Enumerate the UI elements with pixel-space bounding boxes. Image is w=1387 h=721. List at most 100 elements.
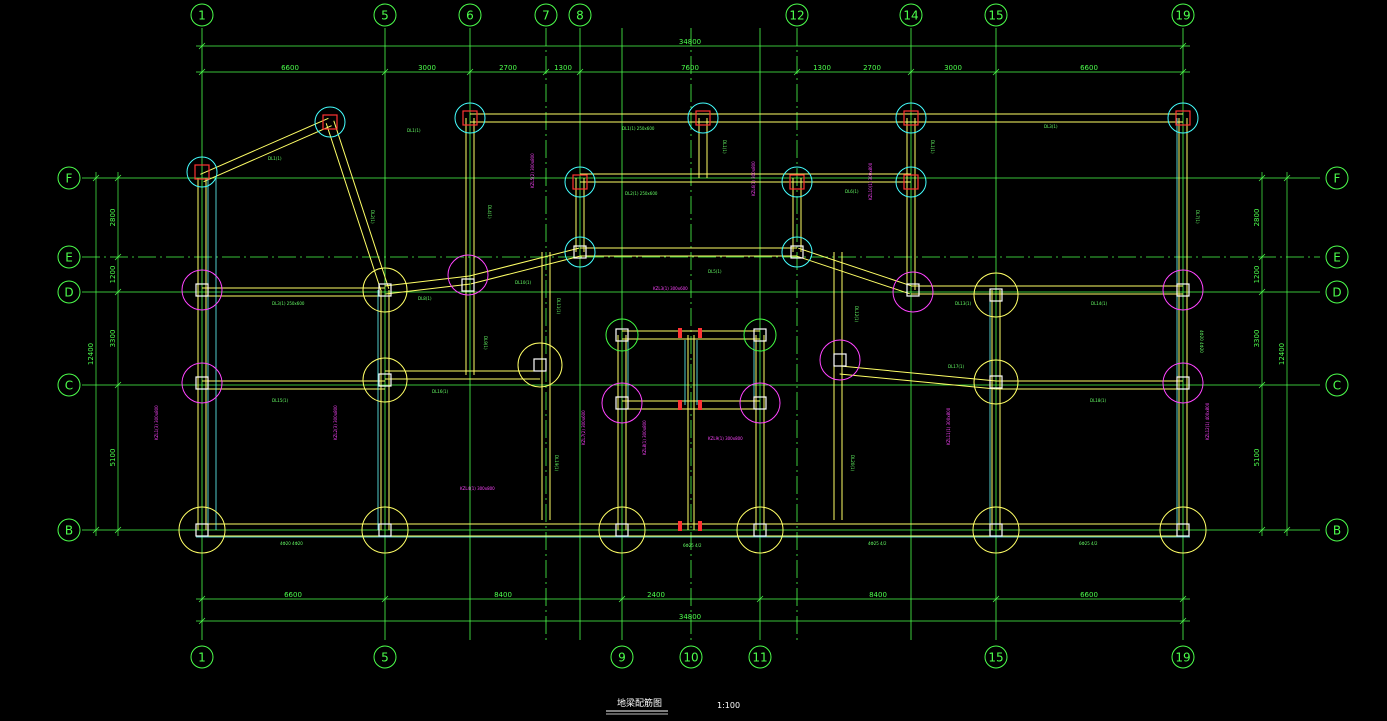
beam-label-dl1-d: DL1(1) — [722, 140, 727, 154]
kzl-note-9: KZL9(1) 300x800 — [708, 436, 743, 441]
kzl-note-2: KZL2(3) 300x800 — [333, 405, 338, 440]
beam-label-dl13: DL13(1) — [955, 301, 972, 306]
beam-label-dl8: DL8(1) — [418, 296, 432, 301]
bottom-axis-bubble-11-label: 11 — [752, 651, 767, 665]
bottom-total-dim-text: 34800 — [679, 613, 701, 621]
kzl-note-3: KZL3(1) 300x600 — [653, 286, 688, 291]
top-seg-dim-text-0: 6600 — [281, 64, 299, 72]
beam-label-dl12: DL12(1) — [854, 306, 859, 323]
right-seg-dim-text-1: 1200 — [1253, 266, 1261, 284]
top-axis-bubble-7-label: 7 — [542, 9, 550, 23]
beam-label-dl6: DL6(1) — [845, 189, 859, 194]
beam-label-dl15: DL15(1) — [272, 398, 289, 403]
top-seg-dim-text-8: 6600 — [1080, 64, 1098, 72]
top-seg-dim-text-6: 2700 — [863, 64, 881, 72]
right-seg-dim-text-0: 2800 — [1253, 209, 1261, 227]
core-red-mark-4 — [678, 521, 682, 531]
bottom-axis-bubble-5-label: 5 — [381, 651, 389, 665]
beam-label-dl1-b: DL1(1) — [407, 128, 421, 133]
left-axis-bubble-E-label: E — [65, 251, 73, 265]
top-seg-dim-text-2: 2700 — [499, 64, 517, 72]
bottom-seg-dim-text-0: 6600 — [284, 591, 302, 599]
top-axis-bubble-8-label: 8 — [576, 9, 584, 23]
left-axis-bubble-D-label: D — [64, 286, 73, 300]
top-seg-dim-text-7: 3000 — [944, 64, 962, 72]
beam-label-dl10: DL10(1) — [515, 280, 532, 285]
bottom-axis-bubble-10-label: 10 — [683, 651, 698, 665]
beam-label-dl16: DL16(1) — [432, 389, 449, 394]
kzl-note-4: KZL4(1) 300x800 — [460, 486, 495, 491]
left-seg-dim-text-0: 2800 — [109, 209, 117, 227]
beam-label-dl18: DL18(1) — [1090, 398, 1107, 403]
top-axis-bubble-14-label: 14 — [903, 9, 918, 23]
kzl-note-1: KZL1(3) 300x800 — [154, 405, 159, 440]
bottom-seg-dim-text-1: 8400 — [494, 591, 512, 599]
right-total-dim-text: 12400 — [1278, 343, 1286, 365]
bottom-axis-bubble-1-label: 1 — [198, 651, 206, 665]
top-seg-dim-text-1: 3000 — [418, 64, 436, 72]
core-red-mark-1 — [698, 328, 702, 338]
core-red-mark-2 — [678, 400, 682, 410]
top-seg-dim-text-4: 7600 — [681, 64, 699, 72]
drawing-title: 地梁配筋图 — [617, 697, 662, 709]
top-axis-bubble-12-label: 12 — [789, 9, 804, 23]
right-seg-dim-text-2: 3300 — [1253, 330, 1261, 348]
cad-drawing-canvas[interactable]: 1 5 6 7 8 12 14 15 191 5 9 10 11 15 19F FE ED DC CB B 34800… — [0, 0, 1387, 721]
right-seg-dim-text-3: 5100 — [1253, 449, 1261, 467]
left-seg-dim-text-2: 3300 — [109, 330, 117, 348]
left-seg-dim-text-1: 1200 — [109, 266, 117, 284]
right-axis-bubble-B-label: B — [1333, 524, 1341, 538]
kzl-note-10: KZL10(1) 300x800 — [868, 162, 873, 200]
right-axis-bubble-F-label: F — [1334, 172, 1341, 186]
right-axis-bubble-E-label: E — [1333, 251, 1341, 265]
top-seg-dim-text-5: 1300 — [813, 64, 831, 72]
drawing-scale: 1:100 — [717, 701, 740, 710]
beam-label-dl20: DL20(1) — [850, 455, 855, 472]
top-axis-bubble-5-label: 5 — [381, 9, 389, 23]
kzl-note-12: KZL12(1) 400x800 — [1205, 402, 1210, 440]
top-axis-bubble-1-label: 1 — [198, 9, 206, 23]
left-axis-bubble-F-label: F — [66, 172, 73, 186]
beam-label-dl2: DL2(1) — [370, 210, 375, 224]
beam-label-dl17: DL17(1) — [948, 364, 965, 369]
kzl-note-6: KZL6(1) 300x800 — [751, 161, 756, 196]
dl-note-3: DL3(1) 250x600 — [272, 301, 305, 306]
bottom-seg-dim-text-2: 2400 — [647, 591, 665, 599]
beam-label-dl5: DL5(1) — [708, 269, 722, 274]
bottom-axis-bubble-15-label: 15 — [988, 651, 1003, 665]
bottom-seg-dim-text-4: 6600 — [1080, 591, 1098, 599]
beam-label-dl11: DL11(1) — [556, 298, 561, 315]
top-axis-bubble-19-label: 19 — [1175, 9, 1190, 23]
beam-label-dl3: DL3(1) — [1044, 124, 1058, 129]
top-axis-bubble-6-label: 6 — [466, 9, 474, 23]
top-total-dim-text: 34800 — [679, 38, 701, 46]
dl-note-5: 6Φ25 4/2 — [683, 543, 702, 548]
beam-label-dl19: DL19(1) — [554, 455, 559, 472]
kzl-note-7: KZL7(2) 300x600 — [581, 410, 586, 445]
right-axis-bubble-C-label: C — [1333, 379, 1341, 393]
top-seg-dim-text-3: 1300 — [554, 64, 572, 72]
kzl-note-8: KZL8(1) 300x800 — [642, 420, 647, 455]
beam-label-dl4: DL4(1) — [487, 205, 492, 219]
core-red-mark-5 — [698, 521, 702, 531]
core-red-mark-3 — [698, 400, 702, 410]
top-axis-bubble-15-label: 15 — [988, 9, 1003, 23]
beam-label-dl9: DL9(1) — [483, 336, 488, 350]
core-red-mark-0 — [678, 328, 682, 338]
bottom-axis-bubble-9-label: 9 — [618, 651, 626, 665]
beam-label-dl1-a: DL1(1) — [268, 156, 282, 161]
dl-note-4: 4Φ20 4Φ20 — [280, 541, 303, 546]
beam-label-dl14: DL14(1) — [1091, 301, 1108, 306]
bottom-axis-bubble-19-label: 19 — [1175, 651, 1190, 665]
beam-label-dl7: DL7(1) — [1195, 210, 1200, 224]
bottom-seg-dim-text-3: 8400 — [869, 591, 887, 599]
left-seg-dim-text-3: 5100 — [109, 449, 117, 467]
left-total-dim-text: 12400 — [87, 343, 95, 365]
right-axis-bubble-D-label: D — [1332, 286, 1341, 300]
dl-note-1: DL1(1) 250x600 — [622, 126, 655, 131]
left-axis-bubble-C-label: C — [65, 379, 73, 393]
dl-note-8: 4Φ20 4Φ20 — [1199, 330, 1204, 353]
kzl-note-5: KZL5(2) 300x800 — [530, 153, 535, 188]
beam-label-dl1-c: DL1(1) — [930, 140, 935, 154]
left-axis-bubble-B-label: B — [65, 524, 73, 538]
